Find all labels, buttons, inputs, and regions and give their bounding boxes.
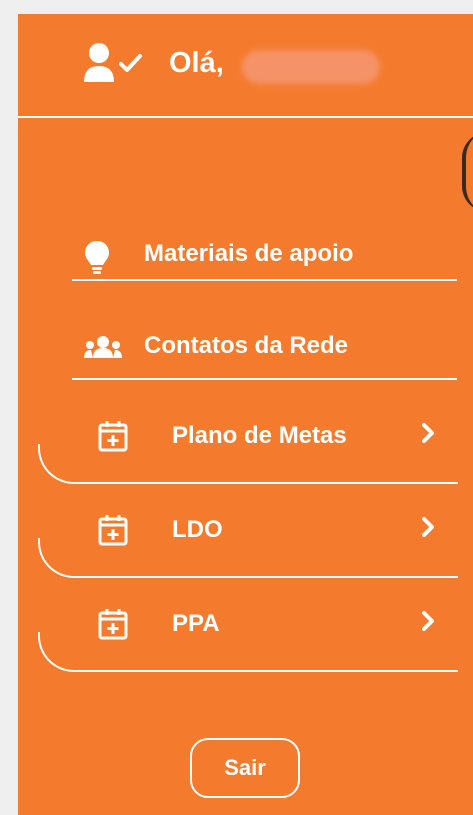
logout-button[interactable]: Sair <box>190 738 300 798</box>
calendar-plus-icon <box>98 420 128 459</box>
user-name-redacted <box>242 50 380 84</box>
chevron-right-icon <box>420 610 436 639</box>
submenu-ldo[interactable]: LDO <box>38 486 458 578</box>
edge-decoration <box>462 132 473 212</box>
calendar-plus-icon <box>98 608 128 647</box>
menu-divider <box>72 279 457 281</box>
sidebar-panel: Olá, Materiais de apoio Contatos da Rede… <box>18 14 473 815</box>
menu-item-label: Materiais de apoio <box>144 240 354 267</box>
users-icon <box>84 334 122 369</box>
menu-item-materiais[interactable]: Materiais de apoio <box>72 204 457 302</box>
chevron-right-icon <box>420 516 436 545</box>
menu-divider <box>72 378 457 380</box>
menu-item-label: Contatos da Rede <box>144 332 349 359</box>
chevron-right-icon <box>420 422 436 451</box>
submenu-label: Plano de Metas <box>172 422 347 449</box>
greeting-text: Olá, <box>169 47 224 79</box>
user-check-icon <box>84 42 144 89</box>
submenu-plano-de-metas[interactable]: Plano de Metas <box>38 392 458 484</box>
lightbulb-icon <box>84 240 110 281</box>
submenu-label: LDO <box>172 516 223 543</box>
submenu-label: PPA <box>172 610 220 637</box>
submenu-ppa[interactable]: PPA <box>38 580 458 672</box>
sidebar-header: Olá, <box>18 14 473 118</box>
calendar-plus-icon <box>98 514 128 553</box>
